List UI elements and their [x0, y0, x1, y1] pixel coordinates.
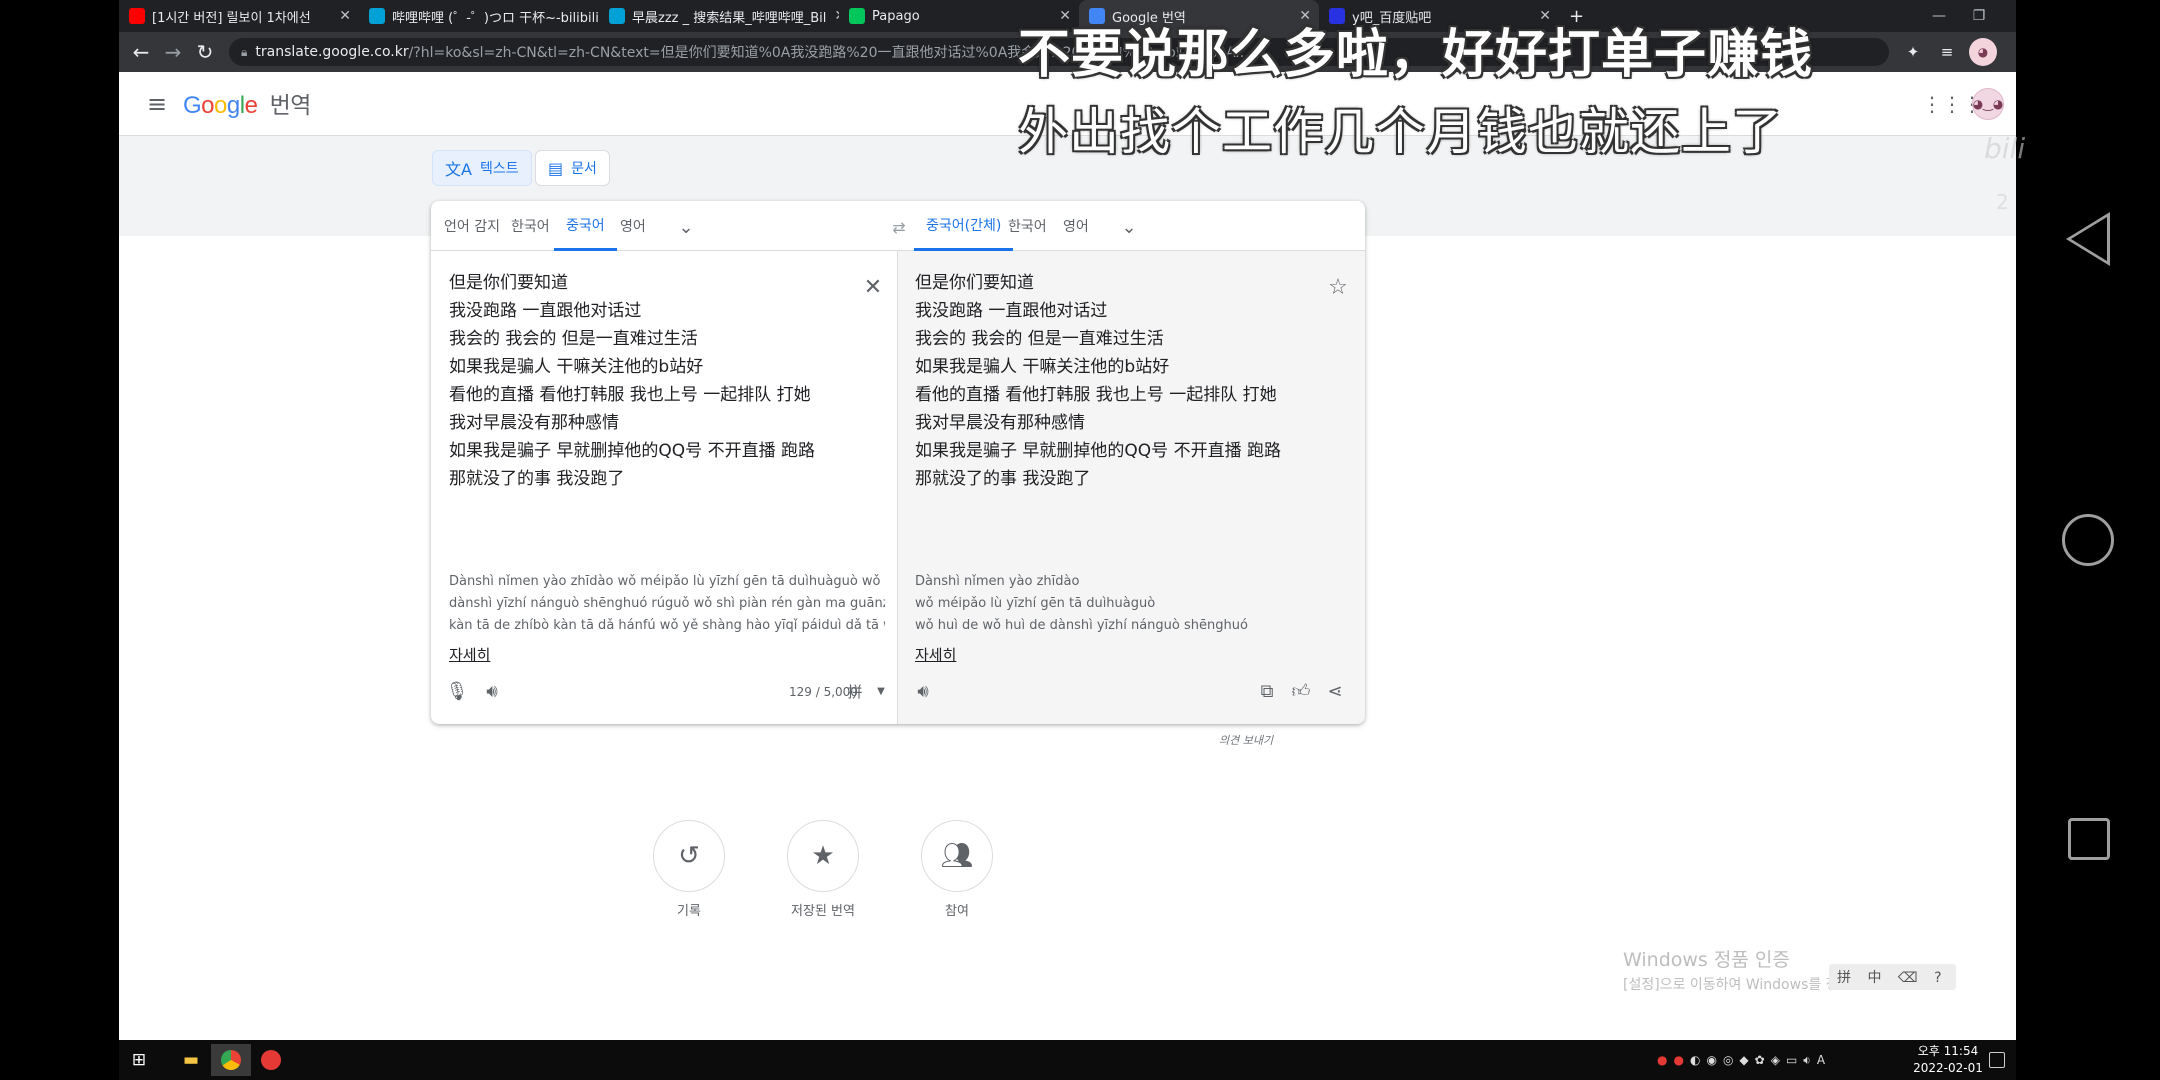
target-lang-more-icon[interactable]: ⌄ — [1115, 213, 1143, 241]
input-tools-dropdown-icon[interactable]: ▼ — [867, 677, 895, 705]
saved-translations-button[interactable]: ★ 저장된 번역 — [787, 820, 859, 919]
listen-source-icon[interactable]: 🔊︎ — [478, 677, 506, 705]
forward-button[interactable]: → — [159, 38, 187, 66]
google-translate-logo[interactable]: Google 번역 — [183, 86, 311, 120]
windows-taskbar: ⊞ ▬ ● ● ◐ ◉ ◎ ◆ ✿ ◈ ▭ 🔉︎ A 오후 11:54 2022… — [119, 1040, 2016, 1080]
minimize-icon[interactable]: — — [1919, 0, 1959, 32]
taskbar-clock[interactable]: 오후 11:54 2022-02-01 — [1913, 1043, 1983, 1077]
swap-languages-icon[interactable]: ⇄ — [887, 215, 911, 239]
source-transliteration: Dànshì nǐmen yào zhīdào wǒ méipǎo lù yīz… — [449, 574, 885, 633]
input-tools-button[interactable]: 拼 — [841, 677, 869, 705]
lock-icon: 🔒︎ — [241, 44, 248, 59]
apps-grid-icon[interactable]: ⋮⋮⋮ — [1922, 90, 1982, 118]
android-home-icon[interactable] — [2062, 514, 2114, 566]
android-recents-icon[interactable] — [2068, 818, 2110, 860]
overlay-number: 2 — [1996, 190, 2009, 214]
system-tray: ● ● ◐ ◉ ◎ ◆ ✿ ◈ ▭ 🔉︎ A — [1657, 1050, 1825, 1070]
star-icon: ★ — [787, 820, 859, 892]
target-text-output: 但是你们要知道 我没跑路 一直跟他对话过 我会的 我会的 但是一直难过生活 如果… — [915, 273, 1281, 489]
community-button[interactable]: 👥︎ 참여 — [921, 820, 993, 919]
translate-card: 언어 감지 한국어 중국어 영어 ⌄ ⇄ 중국어(간체) 한국어 영어 ⌄ 但是… — [431, 201, 1365, 724]
community-icon: 👥︎ — [921, 820, 993, 892]
chrome-icon[interactable] — [211, 1044, 251, 1076]
volume-icon[interactable]: 🔉︎ — [1803, 1053, 1811, 1068]
network-icon[interactable]: ▭ — [1786, 1053, 1797, 1067]
browser-tab[interactable]: 早晨zzz _ 搜索结果_哔哩哔哩_Bil ✕ — [599, 0, 839, 32]
extensions-icon[interactable]: ✦ — [1899, 38, 1927, 66]
tray-icon[interactable]: ◈ — [1771, 1053, 1780, 1067]
video-subtitle-line-1: 不要说那么多啦，好好打单子赚钱 — [1018, 25, 1814, 85]
windows-start-icon[interactable]: ⊞ — [119, 1044, 159, 1076]
file-explorer-icon[interactable]: ▬ — [171, 1044, 211, 1076]
rate-translation-icon[interactable]: 👍︎ — [1287, 677, 1315, 705]
document-mode-button[interactable]: ▤ 문서 — [535, 150, 610, 186]
microphone-icon[interactable]: 🎙︎ — [443, 677, 471, 705]
tray-icon[interactable]: ◆ — [1739, 1053, 1748, 1067]
save-translation-star-icon[interactable]: ☆ — [1324, 273, 1352, 301]
tab-close-icon[interactable]: ✕ — [826, 8, 839, 24]
youtube-favicon-icon — [129, 8, 145, 24]
video-subtitle-line-2: 外出找个工作几个月钱也就还上了 — [1018, 103, 1783, 161]
bilibili-favicon-icon — [609, 8, 625, 24]
source-lang-detect[interactable]: 언어 감지 — [444, 201, 500, 251]
source-lang-chinese[interactable]: 중국어 — [554, 201, 617, 251]
history-button[interactable]: ↺ 기록 — [653, 820, 725, 919]
ime-toolbar[interactable]: 拼 中 ⌫ ? — [1829, 964, 1956, 990]
browser-tab[interactable]: 哔哩哔哩 (゜-゜)つロ 干杯~-bilibili ✕ — [359, 0, 599, 32]
text-mode-button[interactable]: 文A 텍스트 — [432, 150, 532, 186]
share-icon[interactable]: ⋖ — [1321, 677, 1349, 705]
ime-language-indicator[interactable]: A — [1817, 1053, 1825, 1067]
copy-icon[interactable]: ⧉ — [1253, 677, 1281, 705]
source-more-link[interactable]: 자세히 — [449, 644, 490, 665]
hamburger-icon[interactable]: ≡ — [143, 90, 171, 118]
translate-icon: 文A — [445, 160, 472, 179]
notification-center-icon[interactable] — [1989, 1052, 2005, 1068]
papago-favicon-icon — [849, 8, 865, 24]
target-transliteration: Dànshì nǐmen yào zhīdào wǒ méipǎo lù yīz… — [915, 574, 1248, 633]
listen-target-icon[interactable]: 🔊︎ — [909, 677, 937, 705]
account-avatar[interactable]: ◕‿◕ — [1972, 88, 2004, 120]
profile-avatar[interactable]: ◕ — [1969, 38, 1997, 66]
bilibili-favicon-icon — [369, 8, 385, 24]
app-red-icon[interactable] — [251, 1044, 291, 1076]
language-bar: 언어 감지 한국어 중국어 영어 ⌄ ⇄ 중국어(간체) 한국어 영어 ⌄ — [431, 201, 1365, 251]
android-back-icon-inner — [2071, 217, 2107, 261]
record-tray-icon[interactable]: ● — [1673, 1053, 1683, 1067]
clear-text-icon[interactable]: ✕ — [859, 273, 887, 301]
reading-list-icon[interactable]: ≡ — [1933, 38, 1961, 66]
target-lang-korean[interactable]: 한국어 — [1008, 201, 1047, 251]
mic-tray-icon[interactable]: ● — [1657, 1053, 1667, 1067]
target-lang-english[interactable]: 영어 — [1063, 201, 1089, 251]
bilibili-watermark: bili — [1984, 132, 2026, 165]
history-icon: ↺ — [653, 820, 725, 892]
tray-icon[interactable]: ◐ — [1690, 1053, 1700, 1067]
tray-icon[interactable]: ◎ — [1723, 1053, 1733, 1067]
source-lang-korean[interactable]: 한국어 — [511, 201, 550, 251]
source-lang-more-icon[interactable]: ⌄ — [672, 213, 700, 241]
back-button[interactable]: ← — [127, 38, 155, 66]
tray-icon[interactable]: ✿ — [1755, 1053, 1765, 1067]
reload-button[interactable]: ↻ — [191, 38, 219, 66]
panel-divider — [897, 251, 898, 724]
tab-close-icon[interactable]: ✕ — [331, 8, 359, 24]
target-lang-chinese-simplified[interactable]: 중국어(간체) — [914, 201, 1014, 251]
target-more-link[interactable]: 자세히 — [915, 644, 956, 665]
source-text-input[interactable]: 但是你们要知道 我没跑路 一直跟他对话过 我会的 我会的 但是一直难过生活 如果… — [449, 269, 815, 493]
send-feedback-link[interactable]: 의견 보내기 — [1219, 732, 1273, 748]
browser-tab[interactable]: [1시간 버전] 릴보이 1차에선 ✕ — [119, 0, 359, 32]
restore-icon[interactable]: ❐ — [1959, 0, 1999, 32]
source-lang-english[interactable]: 영어 — [620, 201, 646, 251]
tray-icon[interactable]: ◉ — [1706, 1053, 1716, 1067]
document-icon: ▤ — [548, 158, 564, 178]
